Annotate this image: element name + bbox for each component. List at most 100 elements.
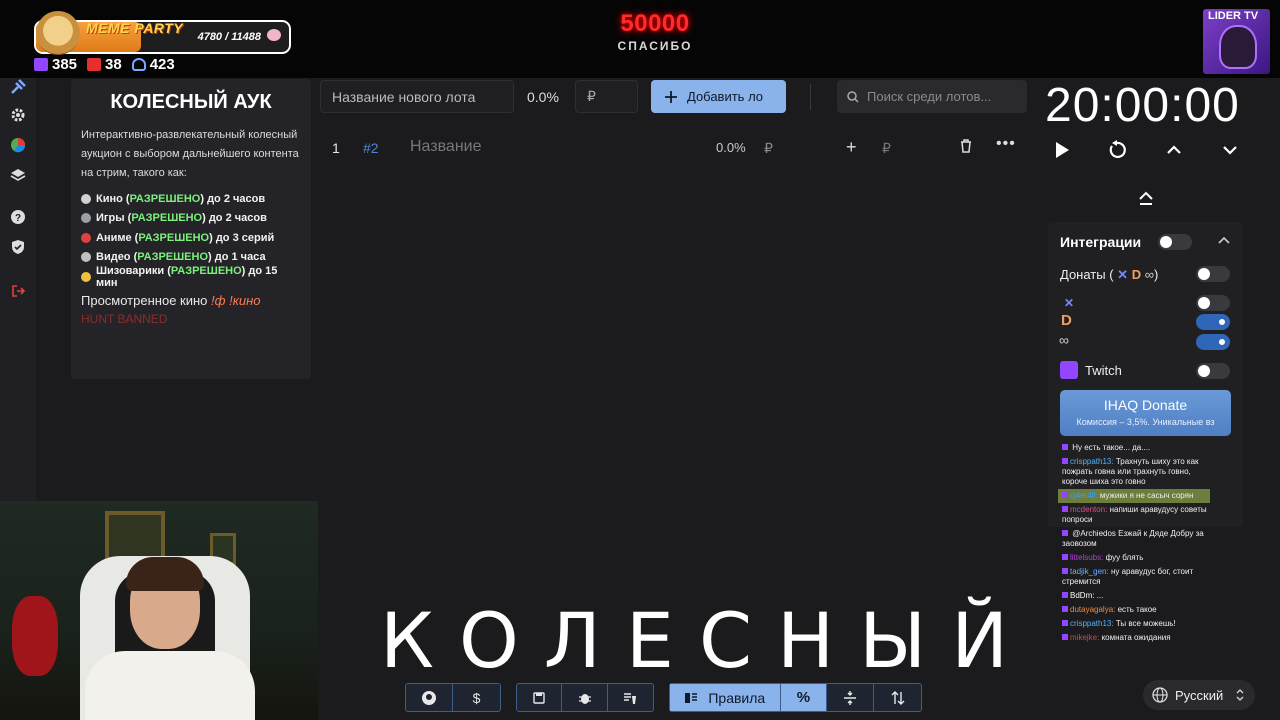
- lot-add-amount-button[interactable]: +: [846, 137, 857, 158]
- viewers-stat: 423: [131, 56, 175, 73]
- save-icon[interactable]: [517, 684, 563, 711]
- chat-message: crisppath13: Ты все можешь!: [1058, 617, 1210, 631]
- svg-text:?: ?: [15, 213, 21, 224]
- lot-id: #2: [363, 140, 379, 156]
- bottom-toolbar-links: $: [405, 683, 501, 712]
- infinity-service-toggle[interactable]: [1196, 334, 1230, 350]
- chat-username: crisppath13:: [1070, 457, 1114, 466]
- watched-movies-line: Просмотренное кино !ф !кино: [81, 293, 301, 308]
- x-service-icon: ✕: [1064, 296, 1075, 310]
- goal-value: 50000: [620, 10, 690, 37]
- chevron-up-icon[interactable]: [1218, 236, 1230, 244]
- clear-list-icon[interactable]: [608, 684, 653, 711]
- stream-stats: 385 38 423: [34, 56, 175, 73]
- chat-username: mikejke:: [1070, 633, 1100, 642]
- twitch-icon: [1060, 361, 1078, 379]
- infinity-icon: ∞: [1059, 332, 1069, 348]
- integrations-toggle[interactable]: [1158, 234, 1192, 250]
- donationalerts-toggle[interactable]: [1196, 314, 1230, 330]
- chat-message: crisppath13: Трахнуть шиху это как пожра…: [1058, 455, 1210, 489]
- play-icon[interactable]: [1050, 138, 1074, 162]
- integrations-title: Интеграции: [1060, 234, 1142, 250]
- lot-add-amount-input[interactable]: ₽: [882, 140, 891, 157]
- search-icon: [847, 90, 859, 103]
- x-service-toggle[interactable]: [1196, 295, 1230, 311]
- spiderman-figure: [12, 596, 58, 676]
- bottom-toolbar-main: Правила %: [669, 683, 922, 712]
- twitch-badge-icon: [1062, 506, 1068, 512]
- layers-icon[interactable]: [9, 166, 27, 184]
- add-lot-button[interactable]: Добавить ло: [651, 80, 786, 113]
- live-icon: [87, 58, 102, 71]
- chat-message: dutayagalya: есть такое: [1058, 603, 1210, 617]
- chat-text: @Archiedos Езжай к Дяде Добру за заовозо…: [1062, 529, 1204, 548]
- lot-amount[interactable]: ₽: [764, 140, 773, 157]
- twitch-badge-icon: [1062, 568, 1068, 574]
- bottom-toolbar-actions: [516, 683, 654, 712]
- shield-icon[interactable]: [9, 238, 27, 256]
- doge-icon: [36, 11, 80, 55]
- reset-icon[interactable]: [1105, 138, 1129, 162]
- lot-search-input[interactable]: Поиск среди лотов...: [837, 80, 1027, 113]
- bug-icon[interactable]: [562, 684, 608, 711]
- watched-label: Просмотренное кино: [81, 292, 208, 308]
- chat-message: Ну есть такое... да....: [1058, 441, 1210, 455]
- lot-title[interactable]: Название: [410, 138, 482, 156]
- goal-label: СПАСИБО: [617, 39, 693, 53]
- twitch-toggle[interactable]: [1196, 363, 1230, 379]
- new-lot-amount-input[interactable]: ₽: [575, 80, 638, 113]
- chat-message: @Archiedos Езжай к Дяде Добру за заовозо…: [1058, 527, 1210, 551]
- donationalerts-icon: D: [1061, 312, 1072, 329]
- sort-icon[interactable]: [874, 684, 921, 711]
- chat-text: есть такое: [1117, 605, 1157, 614]
- chat-text: мужики я не сасыч сорян: [1099, 491, 1194, 500]
- chat-username: dutayagalya:: [1070, 605, 1116, 614]
- chevron-up-icon[interactable]: [1162, 138, 1186, 162]
- lot-percent: 0.0%: [716, 140, 746, 155]
- select-arrows-icon: [1236, 689, 1244, 701]
- logout-icon[interactable]: [9, 282, 27, 300]
- help-icon[interactable]: ?: [9, 208, 27, 226]
- percent-button[interactable]: %: [780, 684, 828, 711]
- chat-overlay: Ну есть такое... да.... crisppath13: Трах…: [1058, 441, 1210, 677]
- twitch-badge-icon: [1062, 444, 1068, 450]
- trash-icon[interactable]: [960, 139, 972, 156]
- toolbar-divider: [810, 84, 811, 110]
- chat-username: mcdenton:: [1070, 505, 1108, 514]
- meme-party-count: 4780 / 11488: [197, 31, 261, 43]
- donations-toggle[interactable]: [1196, 266, 1230, 282]
- dollar-icon[interactable]: $: [453, 684, 500, 711]
- auction-description: Интерактивно-развлекательный колесный ау…: [81, 129, 299, 179]
- twitch-badge-icon: [1062, 634, 1068, 640]
- search-placeholder: Поиск среди лотов...: [867, 89, 992, 104]
- chat-username: cj4er4ll:: [1070, 491, 1098, 500]
- chat-message: mikejke: комната ожидания: [1058, 631, 1210, 645]
- more-icon[interactable]: •••: [996, 135, 1016, 153]
- content-rule-item: Кино (РАЗРЕШЕНО) до 2 часов: [81, 189, 301, 209]
- pie-chart-icon[interactable]: [9, 136, 27, 154]
- chat-username: tadjik_gen:: [1070, 567, 1109, 576]
- gear-icon[interactable]: [9, 106, 27, 124]
- chat-username: crisppath13:: [1070, 619, 1114, 628]
- timer-display: 20:00:00: [1045, 79, 1240, 132]
- ihaq-donate-card[interactable]: IHAQ Donate Комиссия – 3,5%. Уникальные …: [1060, 390, 1231, 436]
- chevron-down-icon[interactable]: [1218, 138, 1242, 162]
- chat-text: фуу блять: [1105, 553, 1144, 562]
- stream-overlay-topbar: MEME PARTY 4780 / 11488 385 38 423 50000…: [0, 0, 1280, 78]
- new-lot-percent: 0.0%: [527, 89, 559, 105]
- lot-index: 1: [332, 140, 340, 156]
- split-icon[interactable]: [827, 684, 875, 711]
- hammer-icon[interactable]: [9, 78, 27, 96]
- category-emoji-icon: [81, 271, 91, 282]
- lot-row: 1 #2 Название 0.0% ₽ + ₽ •••: [320, 133, 1030, 163]
- github-icon[interactable]: [406, 684, 453, 711]
- streamer-body: [85, 651, 255, 720]
- rules-button[interactable]: Правила: [670, 684, 781, 711]
- streamer-hair: [126, 557, 204, 591]
- new-lot-name-input[interactable]: Название нового лота: [320, 80, 514, 113]
- donations-label: Донаты ( ✕ D ∞): [1060, 267, 1159, 282]
- collapse-icon[interactable]: [1137, 189, 1155, 207]
- twitch-badge-icon: [1062, 592, 1068, 598]
- language-select[interactable]: Русский: [1143, 680, 1255, 710]
- twitch-label: Twitch: [1085, 363, 1122, 378]
